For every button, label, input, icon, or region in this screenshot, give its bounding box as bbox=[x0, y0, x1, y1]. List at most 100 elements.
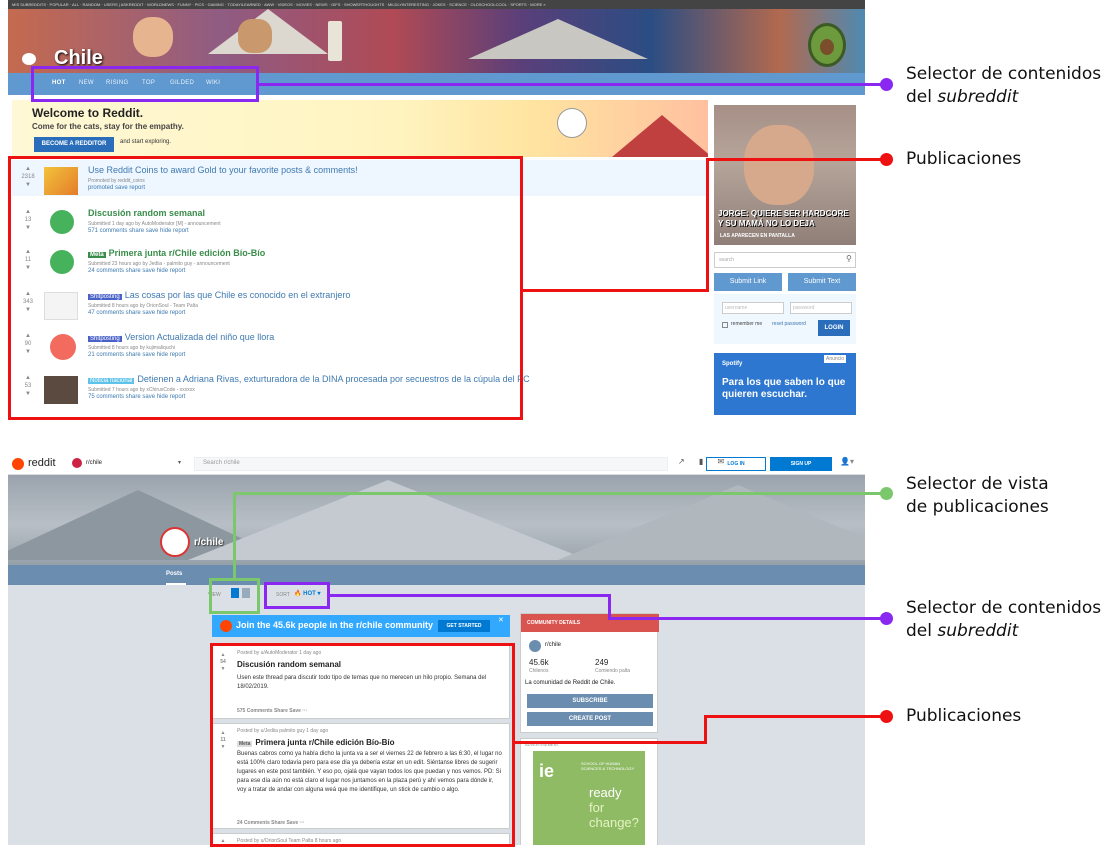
ad-line3: change? bbox=[589, 815, 639, 830]
ad-face bbox=[744, 125, 814, 205]
login-button[interactable]: LOGIN bbox=[818, 320, 850, 336]
remember-checkbox[interactable] bbox=[722, 322, 728, 328]
highlight-view-selector bbox=[209, 578, 260, 614]
banner-mountain bbox=[558, 485, 865, 560]
submit-link-button[interactable]: Submit Link bbox=[714, 273, 782, 291]
password-field[interactable]: password bbox=[790, 302, 852, 314]
community-details: COMMUNITY DETAILS r/chile 45.6k Chilenos… bbox=[520, 613, 659, 733]
label-view-selector: Selector de vista de publicaciones bbox=[906, 474, 1049, 517]
welcome-extra: and start exploring. bbox=[120, 139, 172, 145]
join-community-banner: Join the 45.6k people in the r/chile com… bbox=[212, 615, 510, 637]
connector-line bbox=[704, 715, 886, 718]
connector-line bbox=[706, 158, 886, 161]
ad-line1: ready bbox=[589, 785, 622, 800]
welcome-illustration bbox=[612, 115, 708, 157]
submit-text-button[interactable]: Submit Text bbox=[788, 273, 856, 291]
connector-dot bbox=[880, 612, 893, 625]
advertisement[interactable]: ADVERTISEMENT ie SCHOOL OF HUMAN SCIENCE… bbox=[520, 738, 658, 845]
join-text: Join the 45.6k people in the r/chile com… bbox=[236, 620, 434, 630]
welcome-subtitle: Come for the cats, stay for the empathy. bbox=[32, 122, 184, 131]
search-input[interactable]: Search r/chile bbox=[194, 457, 668, 471]
label-content-selector: Selector de contenidos del subreddit bbox=[906, 598, 1102, 641]
sidebar-search-input[interactable]: search bbox=[714, 252, 856, 268]
tab-underline bbox=[166, 583, 186, 585]
members-count: 45.6k bbox=[529, 658, 549, 667]
create-post-button[interactable]: CREATE POST bbox=[527, 712, 653, 726]
label-content-selector: Selector de contenidos del subreddit bbox=[906, 64, 1102, 107]
become-redditor-button[interactable]: BECOME A REDDITOR bbox=[34, 137, 114, 152]
spotify-logo: Spotify bbox=[722, 361, 743, 367]
reset-password-link[interactable]: reset password bbox=[772, 321, 806, 327]
online-label: Comiendo palta bbox=[595, 668, 631, 674]
label-publications: Publicaciones bbox=[906, 706, 1022, 726]
connector-line bbox=[515, 741, 707, 744]
spotify-ad[interactable]: Spotify Para los que saben lo que quiere… bbox=[714, 353, 856, 415]
ad-line2: for bbox=[589, 800, 605, 815]
reddit-wordmark[interactable]: reddit bbox=[28, 457, 56, 469]
connector-line bbox=[330, 594, 610, 597]
connector-dot bbox=[880, 78, 893, 91]
reddit-logo-icon[interactable] bbox=[12, 458, 24, 470]
chevron-down-icon[interactable]: ▾ bbox=[178, 459, 181, 466]
ad-caption: JORGE: QUIERE SER HARDCORE Y SU MAMÁ NO … bbox=[718, 209, 849, 228]
highlight-content-selector bbox=[31, 66, 259, 102]
connector-dot bbox=[880, 710, 893, 723]
sidebar-ad-image[interactable]: JORGE: QUIERE SER HARDCORE Y SU MAMÁ NO … bbox=[714, 105, 856, 245]
highlight-content-selector bbox=[264, 582, 330, 609]
highlight-publications bbox=[210, 643, 515, 847]
welcome-banner: Welcome to Reddit. Come for the cats, st… bbox=[12, 100, 708, 157]
subreddit-icon bbox=[72, 458, 82, 468]
snoo-icon bbox=[220, 620, 232, 632]
signup-button[interactable]: SIGN UP bbox=[770, 457, 832, 471]
ad-school: SCHOOL OF HUMAN SCIENCES & TECHNOLOGY bbox=[581, 761, 635, 771]
ad-subcaption: LAS APARECEN EN PANTALLA bbox=[720, 233, 795, 239]
ad-slogan: ready for change? bbox=[589, 785, 649, 830]
old-top-bar[interactable]: MIS SUBREDDITS · POPULAR · ALL · RANDOM … bbox=[8, 0, 865, 9]
community-description: La comunidad de Reddit de Chile. bbox=[525, 680, 616, 686]
new-header: reddit r/chile ▾ Search r/chile ↗ ▮ ✉ LO… bbox=[8, 453, 865, 475]
banner-glass bbox=[328, 21, 342, 61]
get-started-button[interactable]: GET STARTED bbox=[438, 620, 490, 632]
connector-line bbox=[706, 158, 709, 292]
banner-face bbox=[238, 19, 272, 53]
user-menu-icon[interactable]: 👤▾ bbox=[840, 457, 854, 466]
members-label: Chilenos bbox=[529, 668, 549, 674]
username-field[interactable]: username bbox=[722, 302, 784, 314]
search-icon[interactable]: ⚲ bbox=[846, 254, 852, 263]
snoo-icon bbox=[557, 108, 587, 138]
login-form: username password remember me reset pass… bbox=[714, 294, 856, 344]
subreddit-nav-strip bbox=[8, 565, 865, 585]
connector-dot bbox=[880, 487, 893, 500]
subreddit-name: r/chile bbox=[194, 537, 224, 548]
ie-ad[interactable]: ie SCHOOL OF HUMAN SCIENCES & TECHNOLOGY… bbox=[533, 751, 645, 845]
highlight-publications bbox=[8, 156, 523, 420]
banner-mountain bbox=[468, 19, 648, 59]
community-icon bbox=[529, 640, 541, 652]
banner-avocado-pit bbox=[820, 39, 834, 55]
login-button[interactable]: LOG IN bbox=[706, 457, 766, 471]
connector-line bbox=[704, 715, 707, 744]
connector-line bbox=[523, 289, 709, 292]
connector-line bbox=[608, 617, 886, 620]
connector-line bbox=[608, 594, 611, 619]
ie-logo: ie bbox=[539, 761, 555, 781]
connector-line bbox=[233, 492, 885, 495]
old-subreddit-banner: Chile bbox=[8, 9, 865, 73]
snoo-icon bbox=[22, 53, 36, 65]
connector-line bbox=[233, 492, 236, 578]
online-count: 249 bbox=[595, 658, 609, 667]
spotify-ad-text: Para los que saben lo que quieren escuch… bbox=[722, 377, 846, 400]
welcome-title: Welcome to Reddit. bbox=[32, 106, 144, 120]
remember-label: remember me bbox=[731, 321, 763, 327]
community-name: r/chile bbox=[545, 642, 562, 648]
banner-face bbox=[133, 17, 173, 57]
connector-line bbox=[259, 83, 887, 86]
close-icon[interactable]: ✕ bbox=[498, 616, 504, 624]
subscribe-button[interactable]: SUBSCRIBE bbox=[527, 694, 653, 708]
subreddit-selector[interactable]: r/chile bbox=[86, 460, 102, 466]
subreddit-avatar bbox=[160, 527, 190, 557]
connector-dot bbox=[880, 153, 893, 166]
ad-tag: Anuncio bbox=[824, 355, 847, 363]
label-publications: Publicaciones bbox=[906, 149, 1022, 169]
tab-posts[interactable]: Posts bbox=[166, 571, 182, 577]
